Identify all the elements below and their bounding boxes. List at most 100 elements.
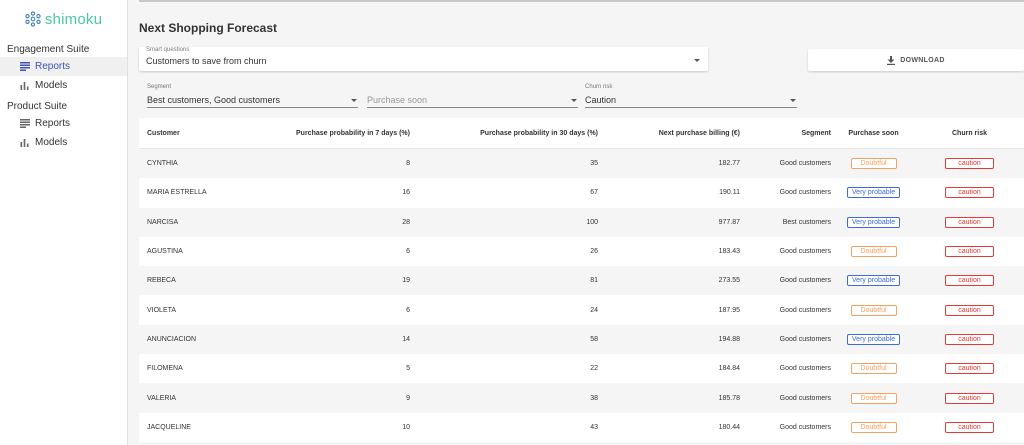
cell-prob-7d: 19 [402,277,410,285]
table-row[interactable]: JACQUELINE 10 43 180.44 Good customers Doubtf… [139,412,1024,442]
sidebar-item-engagement-reports[interactable]: Reports [0,57,127,76]
cell-churn-risk: caution [916,216,1023,228]
table-row[interactable]: VIOLETA 6 24 187.95 Good customers Doubtful ca… [139,295,1024,325]
cell-customer: AGUSTINA [147,248,183,256]
cell-prob-7d: 6 [406,248,410,256]
churn-risk-badge: caution [945,363,994,375]
cell-purchase-soon: Very probable [831,275,916,287]
cell-customer: NARCISA [147,218,179,226]
table-row[interactable]: ANUNCIACION 14 58 194.88 Good customers Very … [139,324,1024,355]
churn-risk-filter[interactable]: Churn risk Caution [585,84,797,108]
cell-billing: 182.77 [718,160,740,168]
cell-churn-risk: caution [916,275,1023,287]
table-row[interactable]: CYNTHIA 8 35 182.77 Good customers Doubtful ca… [139,149,1024,179]
cell-prob-7d: 5 [406,365,410,373]
purchase-soon-placeholder: Purchase soon [367,95,428,105]
table-row[interactable]: VALERIA 9 38 185.78 Good customers Doubtful ca… [139,383,1024,413]
cell-customer: REBECA [147,277,176,285]
cell-billing: 184.84 [718,365,740,373]
cell-prob-30d: 81 [590,277,598,285]
churn-risk-badge: caution [945,275,994,287]
cell-prob-30d: 22 [590,365,598,373]
download-button[interactable]: DOWNLOAD [808,49,1024,71]
cell-segment: Good customers [779,335,831,343]
page-title: Next Shopping Forecast [139,21,278,35]
bar-chart-icon [19,137,30,148]
purchase-soon-badge: Doubtful [850,421,897,433]
forecast-table: Customer Purchase probability in 7 days … [139,118,1024,442]
cell-customer: MARIA ESTRELLA [147,189,207,197]
purchase-soon-badge: Doubtful [850,304,897,316]
cell-purchase-soon: Doubtful [831,421,916,433]
cell-customer: JACQUELINE [147,423,191,431]
cell-prob-30d: 58 [590,335,598,343]
churn-risk-label: Churn risk [585,84,613,90]
churn-risk-badge: caution [945,392,994,404]
cell-billing: 185.78 [718,394,740,402]
table-header: Customer Purchase probability in 7 days … [139,118,1024,149]
column-header-prob-30d[interactable]: Purchase probability in 30 days (%) [410,130,598,137]
column-header-customer[interactable]: Customer [139,130,238,137]
shimoku-logo-icon [25,11,41,27]
sidebar-item-product-reports[interactable]: Reports [0,114,127,133]
churn-risk-badge: caution [945,304,994,316]
cell-prob-7d: 10 [402,423,410,431]
column-header-billing[interactable]: Next purchase billing (€) [598,130,740,137]
cell-customer: FILOMENA [147,365,183,373]
column-header-segment[interactable]: Segment [740,130,831,137]
table-row[interactable]: MARIA ESTRELLA 16 67 190.11 Good customers Ve… [139,178,1024,208]
table-row[interactable]: REBECA 19 81 273.55 Good customers Very proba… [139,266,1024,296]
main-content: Next Shopping Forecast Smart questions C… [128,0,1024,445]
segment-value: Best customers, Good customers [147,95,281,105]
cell-churn-risk: caution [916,187,1023,199]
sidebar: shimoku Engagement Suite Reports Models … [0,0,128,445]
cell-customer: VIOLETA [147,306,177,314]
smart-questions-select[interactable]: Smart questions Customers to save from c… [139,47,708,71]
logo[interactable]: shimoku [0,0,127,38]
table-body: CYNTHIA 8 35 182.77 Good customers Doubtful ca… [139,149,1024,442]
cell-customer: ANUNCIACION [147,335,197,343]
cell-churn-risk: caution [916,304,1023,316]
chevron-down-icon [694,59,700,62]
table-row[interactable]: AGUSTINA 6 26 183.43 Good customers Doubtful c… [139,236,1024,267]
cell-prob-30d: 26 [590,248,598,256]
cell-segment: Good customers [779,306,831,314]
download-label: DOWNLOAD [900,56,945,64]
table-row[interactable]: NARCISA 28 100 977.87 Best customers Very pro… [139,207,1024,237]
table-row[interactable]: FILOMENA 5 22 184.84 Good customers Doubtful c… [139,354,1024,384]
cell-prob-7d: 28 [402,218,410,226]
cell-purchase-soon: Doubtful [831,246,916,258]
segment-filter[interactable]: Segment Best customers, Good customers [147,84,358,108]
column-header-churn-risk[interactable]: Churn risk [916,130,1023,137]
cell-churn-risk: caution [916,392,1023,404]
chevron-down-icon [571,99,577,102]
column-header-prob-7d[interactable]: Purchase probability in 7 days (%) [238,130,410,137]
cell-billing: 183.43 [718,248,740,256]
sidebar-item-engagement-models[interactable]: Models [0,76,127,95]
sidebar-item-product-models[interactable]: Models [0,133,127,152]
column-header-purchase-soon[interactable]: Purchase soon [831,130,916,137]
sidebar-item-label: Models [35,80,68,91]
purchase-soon-badge: Very probable [846,333,901,345]
top-divider [139,0,1024,2]
logo-text: shimoku [44,10,103,28]
cell-prob-30d: 43 [590,423,598,431]
cell-billing: 273.55 [718,277,740,285]
cell-segment: Good customers [779,160,831,168]
cell-prob-7d: 6 [406,306,410,314]
purchase-soon-badge: Doubtful [850,392,897,404]
cell-segment: Good customers [779,365,831,373]
cell-purchase-soon: Very probable [831,333,916,345]
cell-prob-7d: 14 [402,335,410,343]
suite-title-engagement[interactable]: Engagement Suite [0,38,127,57]
purchase-soon-badge: Very probable [846,187,901,199]
churn-risk-badge: caution [945,333,994,345]
purchase-soon-badge: Very probable [846,275,901,287]
cell-prob-30d: 35 [590,160,598,168]
purchase-soon-filter[interactable]: Purchase soon [367,84,578,108]
churn-risk-badge: caution [945,421,994,433]
suite-title-product[interactable]: Product Suite [0,95,127,114]
cell-customer: CYNTHIA [147,160,178,168]
cell-purchase-soon: Doubtful [831,304,916,316]
sidebar-item-label: Reports [35,61,71,72]
